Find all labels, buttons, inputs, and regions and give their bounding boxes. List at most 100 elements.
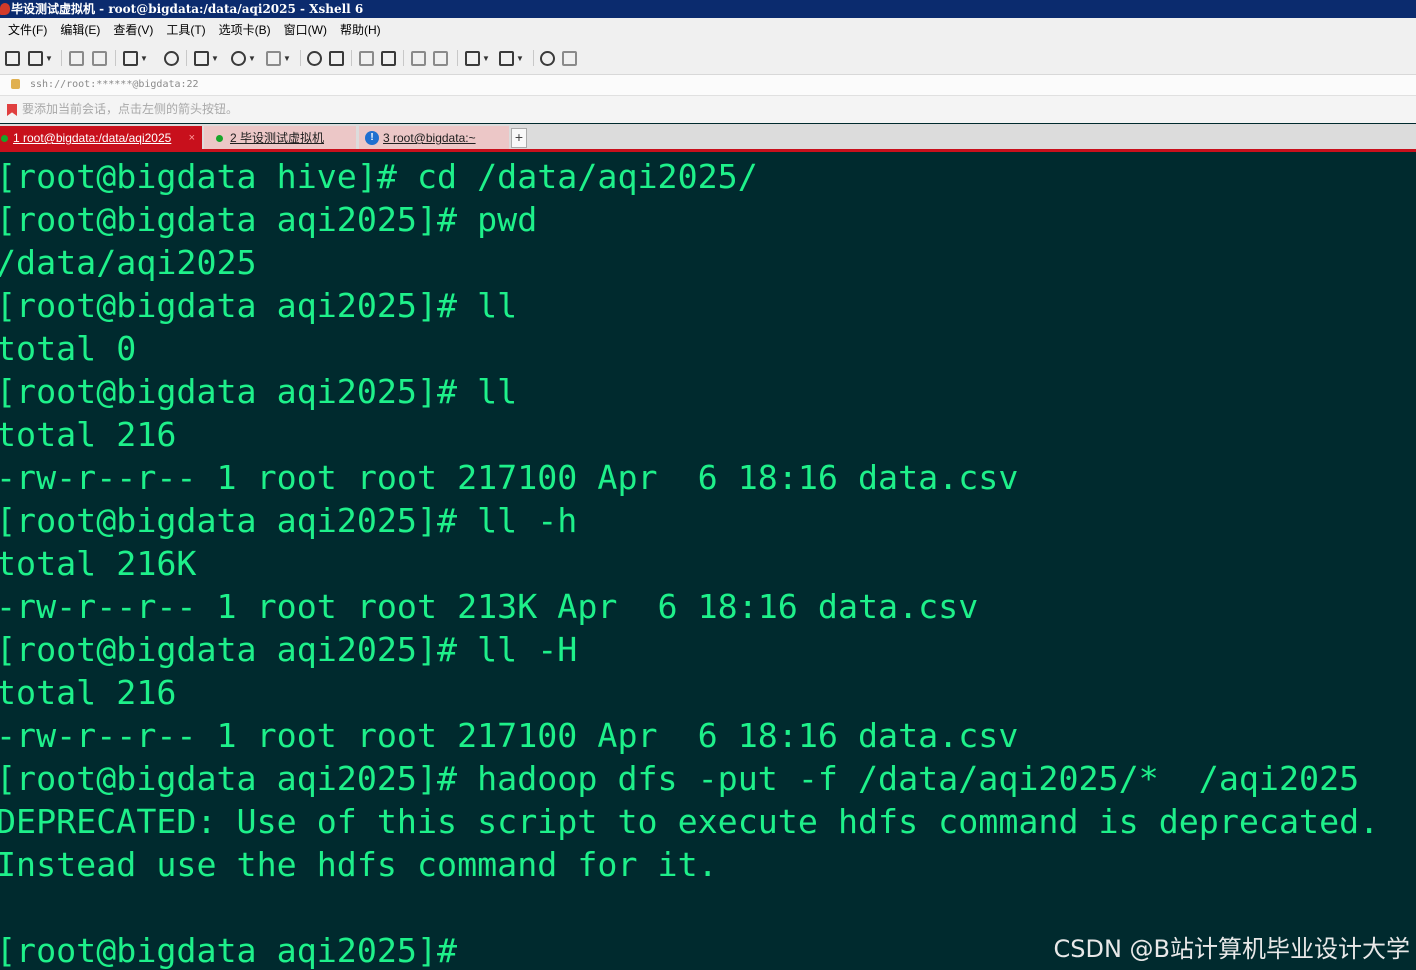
session-hint-bar: 要添加当前会话，点击左侧的箭头按钮。 <box>0 96 1416 123</box>
layout-button[interactable]: ▼ <box>499 50 524 66</box>
disconnect-icon <box>92 50 107 66</box>
chevron-down-icon: ▼ <box>516 53 524 63</box>
terminal-line: [root@bigdata aqi2025]# ll <box>0 372 518 411</box>
terminal-line: -rw-r--r-- 1 root root 213K Apr 6 18:16 … <box>0 587 979 626</box>
transfer-icon <box>194 50 209 66</box>
terminal-line: total 216 <box>0 415 177 454</box>
font-button[interactable]: ▼ <box>266 50 291 66</box>
keyboard-button[interactable] <box>411 50 426 66</box>
fullscreen-icon <box>359 50 374 66</box>
close-tab-icon[interactable]: × <box>189 126 195 150</box>
add-tab-button[interactable]: + <box>511 128 527 148</box>
session-hint-text: 要添加当前会话，点击左侧的箭头按钮。 <box>22 102 239 116</box>
screenshot-icon <box>329 50 344 66</box>
active-tab-underline <box>0 149 1416 152</box>
chevron-down-icon: ▼ <box>482 53 490 63</box>
toolbar: ▼ ▼ ▼ ▼ ▼ ▼ ▼ <box>0 42 1416 75</box>
chevron-down-icon: ▼ <box>211 53 219 63</box>
toolbar-separator <box>61 50 62 66</box>
help-button[interactable] <box>540 50 555 66</box>
menu-edit[interactable]: 编辑(E) <box>60 18 100 42</box>
tab-session-2[interactable]: 2 毕设测试虚拟机 <box>204 126 356 150</box>
color-scheme-icon <box>307 50 322 66</box>
keyboard-icon <box>411 50 426 66</box>
reconnect-icon <box>69 50 84 66</box>
reconnect-button[interactable] <box>69 50 84 66</box>
terminal-line: [root@bigdata aqi2025]# ll <box>0 286 518 325</box>
session-tab-bar: 1 root@bigdata:/data/aqi2025 × 2 毕设测试虚拟机… <box>0 124 1416 150</box>
terminal-line: /data/aqi2025 <box>0 243 257 282</box>
menu-help[interactable]: 帮助(H) <box>340 18 381 42</box>
properties-icon <box>123 50 138 66</box>
globe-icon <box>231 50 246 66</box>
menu-tab[interactable]: 选项卡(B) <box>219 18 271 42</box>
layout-icon <box>499 50 514 66</box>
help-icon <box>540 50 555 66</box>
window-title-bar: 毕设测试虚拟机 - root@bigdata:/data/aqi2025 - X… <box>0 0 1416 18</box>
disconnect-button[interactable] <box>92 50 107 66</box>
menu-tools[interactable]: 工具(T) <box>166 18 205 42</box>
chevron-down-icon: ▼ <box>248 53 256 63</box>
connected-status-icon <box>216 135 223 142</box>
open-session-button[interactable]: ▼ <box>28 50 53 66</box>
toolbar-separator <box>457 50 458 66</box>
terminal-line: [root@bigdata aqi2025]# ll -h <box>0 501 578 540</box>
transfer-button[interactable]: ▼ <box>194 50 219 66</box>
address-bar[interactable]: ssh://root:******@bigdata:22 <box>0 75 1416 96</box>
find-button[interactable] <box>164 50 179 66</box>
terminal-line: Instead use the hdfs command for it. <box>0 845 718 884</box>
chevron-down-icon: ▼ <box>45 53 53 63</box>
toolbar-separator <box>300 50 301 66</box>
new-session-icon <box>5 50 20 66</box>
tab-session-1[interactable]: 1 root@bigdata:/data/aqi2025 × <box>0 126 202 150</box>
watermark: CSDN @B站计算机毕业设计大学 <box>1053 935 1410 963</box>
terminal-line: total 0 <box>0 329 137 368</box>
menu-window[interactable]: 窗口(W) <box>284 18 327 42</box>
tab-label: 3 root@bigdata:~ <box>383 131 476 145</box>
open-folder-icon <box>28 50 43 66</box>
session-address: ssh://root:******@bigdata:22 <box>30 79 199 90</box>
terminal-line: -rw-r--r-- 1 root root 217100 Apr 6 18:1… <box>0 716 1019 755</box>
compose-button[interactable] <box>433 50 448 66</box>
terminal-line: [root@bigdata aqi2025]# ll -H <box>0 630 578 669</box>
toolbar-separator <box>533 50 534 66</box>
compose-icon <box>433 50 448 66</box>
chat-icon <box>562 50 577 66</box>
terminal-line: [root@bigdata hive]# cd /data/aqi2025/ <box>0 157 758 196</box>
terminal-line: total 216K <box>0 544 197 583</box>
bookmark-icon[interactable] <box>7 104 17 116</box>
connected-status-icon <box>1 135 8 142</box>
lock-icon <box>11 79 20 89</box>
new-session-button[interactable] <box>5 50 20 66</box>
lock-button[interactable] <box>381 50 396 66</box>
find-icon <box>164 50 179 66</box>
tab-session-3[interactable]: ! 3 root@bigdata:~ <box>359 126 509 150</box>
xshell-app-icon <box>0 3 10 15</box>
terminal-line: [root@bigdata aqi2025]# hadoop dfs -put … <box>0 759 1360 798</box>
lock-icon <box>381 50 396 66</box>
chat-button[interactable] <box>562 50 577 66</box>
properties-button[interactable]: ▼ <box>123 50 148 66</box>
info-icon: ! <box>365 131 379 145</box>
globe-button[interactable]: ▼ <box>231 50 256 66</box>
toolbar-separator <box>186 50 187 66</box>
font-icon <box>266 50 281 66</box>
chevron-down-icon: ▼ <box>140 53 148 63</box>
tab-label: 2 毕设测试虚拟机 <box>230 131 325 145</box>
screenshot-button[interactable] <box>329 50 344 66</box>
menu-bar: 文件(F) 编辑(E) 查看(V) 工具(T) 选项卡(B) 窗口(W) 帮助(H) <box>0 18 1416 42</box>
toolbar-separator <box>115 50 116 66</box>
menu-view[interactable]: 查看(V) <box>113 18 153 42</box>
fullscreen-button[interactable] <box>359 50 374 66</box>
terminal-line: DEPRECATED: Use of this script to execut… <box>0 802 1380 841</box>
color-scheme-button[interactable] <box>307 50 322 66</box>
window-title: 毕设测试虚拟机 - root@bigdata:/data/aqi2025 - X… <box>11 2 364 16</box>
terminal-output[interactable]: [root@bigdata hive]# cd /data/aqi2025/ [… <box>0 153 1416 970</box>
terminal-line: total 216 <box>0 673 177 712</box>
chevron-down-icon: ▼ <box>283 53 291 63</box>
toolbar-separator <box>351 50 352 66</box>
new-tab-button[interactable]: ▼ <box>465 50 490 66</box>
menu-file[interactable]: 文件(F) <box>8 18 47 42</box>
toolbar-separator <box>403 50 404 66</box>
terminal-line: [root@bigdata aqi2025]# pwd <box>0 200 538 239</box>
